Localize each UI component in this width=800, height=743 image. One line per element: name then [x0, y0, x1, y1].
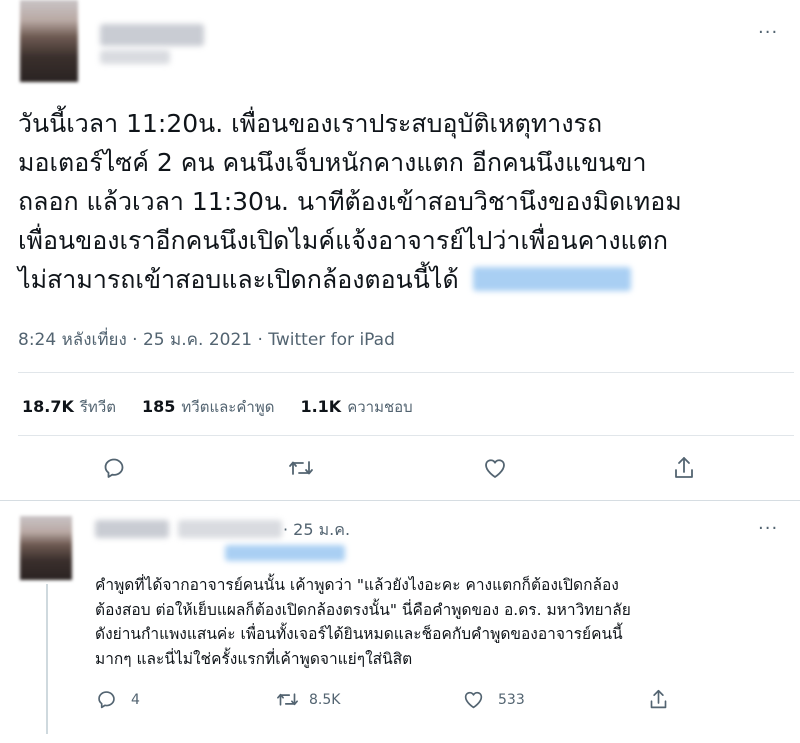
share-button[interactable]	[672, 455, 696, 481]
reply-reply-button[interactable]: 4	[96, 689, 140, 710]
like-button[interactable]	[482, 456, 508, 480]
reply-line: คำพูดที่ได้จากอาจารย์คนนั้น เค้าพูดว่า "…	[95, 576, 619, 594]
reply-more-options-icon[interactable]: ···	[758, 520, 778, 538]
author-handle-blurred	[100, 50, 170, 64]
retweet-stat[interactable]: 18.7K รีทวีต	[22, 395, 116, 419]
retweet-count: 8.5K	[309, 691, 341, 708]
reply-button[interactable]	[102, 456, 126, 480]
hashtag-blurred[interactable]	[472, 267, 631, 291]
reply-line: มากๆ และนี่ไม่ใช่ครั้งแรกที่เค้าพูดจาแย่…	[95, 649, 413, 668]
like-stat[interactable]: 1.1K ความชอบ	[300, 395, 412, 419]
reply-icon	[98, 691, 115, 709]
like-count: 533	[498, 691, 525, 708]
reply-author-handle-blurred[interactable]	[178, 520, 282, 538]
replying-to-blurred[interactable]	[225, 545, 345, 561]
tweet-stats: 18.7K รีทวีต 185 ทวีตและคำพูด 1.1K ความชอบ	[22, 395, 413, 419]
divider	[0, 500, 800, 501]
reply-author-name-blurred[interactable]	[95, 520, 169, 538]
more-options-icon[interactable]: ···	[758, 24, 778, 42]
divider	[18, 435, 794, 436]
tweet-body: วันนี้เวลา 11:20น. เพื่อนของเราประสบอุบั…	[18, 104, 788, 299]
share-icon	[675, 457, 693, 478]
tweet-line: ไม่สามารถเข้าสอบและเปิดกล้องตอนนี้ได้	[18, 260, 788, 299]
reply-avatar[interactable]	[20, 516, 72, 580]
tweet-timestamp[interactable]: 8:24 หลังเที่ยง · 25 ม.ค. 2021 · Twitter…	[18, 326, 395, 353]
tweet-line: เพื่อนของเราอีกคนนึงเปิดไมค์แจ้งอาจารย์ไ…	[18, 226, 669, 255]
retweet-icon	[289, 461, 313, 475]
tweet-line: วันนี้เวลา 11:20น. เพื่อนของเราประสบอุบั…	[18, 109, 603, 138]
retweet-button[interactable]	[288, 456, 314, 480]
heart-icon	[485, 459, 505, 478]
retweet-icon	[277, 693, 298, 706]
quote-stat[interactable]: 185 ทวีตและคำพูด	[142, 395, 274, 419]
reply-icon	[104, 458, 124, 478]
reply-line: ดังย่านกำแพงแสนค่ะ เพื่อนทั้งเจอร์ได้ยิน…	[95, 625, 623, 643]
thread-line	[46, 584, 48, 734]
tweet-line: ถลอก แล้วเวลา 11:30น. นาทีต้องเข้าสอบวิช…	[18, 187, 682, 216]
heart-icon	[464, 691, 483, 709]
divider	[18, 372, 794, 373]
share-icon	[650, 689, 667, 709]
reply-count: 4	[131, 691, 140, 708]
reply-share-button[interactable]	[648, 688, 669, 711]
reply-like-button[interactable]: 533	[462, 689, 525, 710]
author-name-blurred[interactable]	[100, 24, 204, 46]
reply-date[interactable]: · 25 ม.ค.	[283, 518, 350, 543]
reply-line: ต้องสอบ ต่อให้เย็บแผลก็ต้องเปิดกล้องตรงน…	[95, 600, 631, 619]
reply-retweet-button[interactable]: 8.5K	[276, 689, 340, 710]
reply-body: คำพูดที่ได้จากอาจารย์คนนั้น เค้าพูดว่า "…	[95, 573, 795, 671]
avatar[interactable]	[20, 0, 78, 82]
tweet-line: มอเตอร์ไซค์ 2 คน คนนึงเจ็บหนักคางแตก อีก…	[18, 148, 647, 177]
